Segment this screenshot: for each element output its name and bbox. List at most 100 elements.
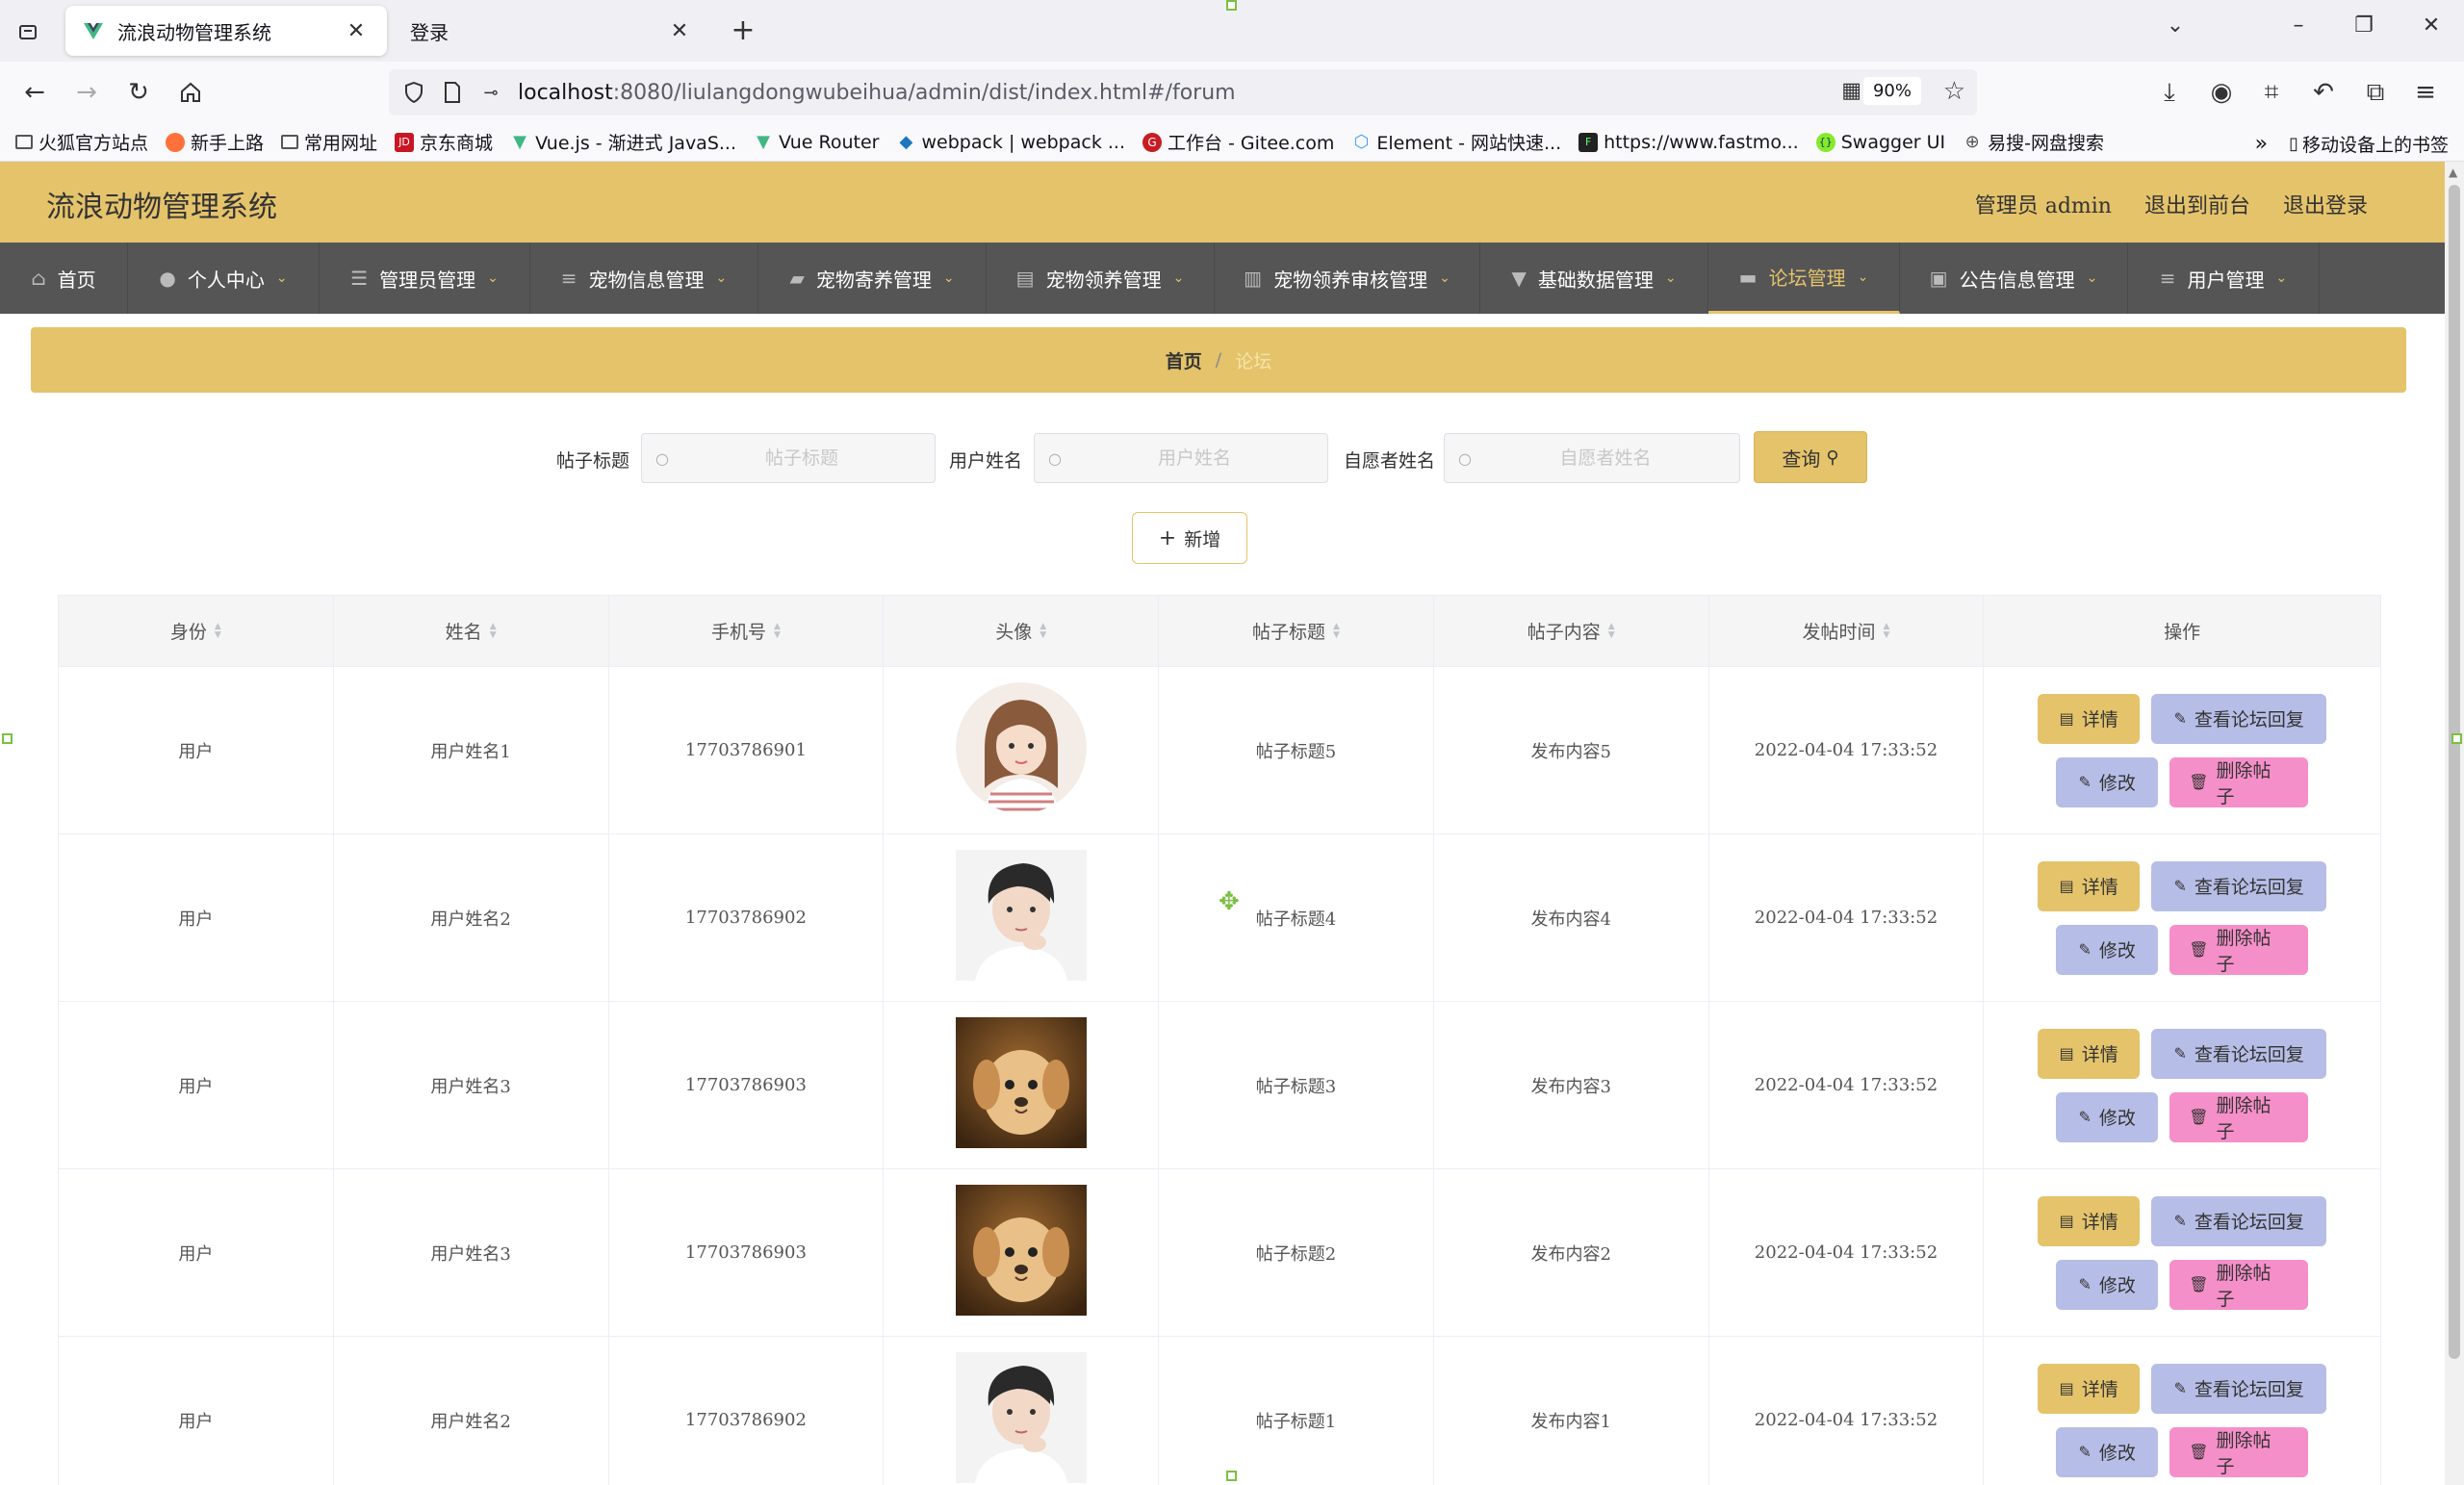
chevron-double-right-icon[interactable]: » [2255, 132, 2268, 156]
detail-button[interactable]: ▤ 详情 [2038, 1028, 2141, 1079]
bookmark-item[interactable]: ◆ webpack | webpack ... [896, 132, 1125, 153]
menu-item-8[interactable]: ▬ 论坛管理 ⌄ [1708, 243, 1900, 314]
close-window-icon[interactable]: ✕ [2414, 13, 2449, 38]
browser-tab-active[interactable]: 流浪动物管理系统 ✕ [65, 6, 387, 56]
detail-button[interactable]: ▤ 详情 [2038, 1195, 2141, 1246]
bookmark-item[interactable]: {} Swagger UI [1815, 132, 1945, 153]
forward-icon[interactable]: → [69, 75, 104, 110]
undo-icon[interactable]: ↶ [2306, 75, 2341, 110]
delete-post-button[interactable]: 🗑 删除帖子 [2169, 1426, 2309, 1477]
edit-button[interactable]: ✎ 修改 [2056, 924, 2159, 975]
url-bar[interactable]: ⊸ localhost:8080/liulangdongwubeihua/adm… [389, 69, 1977, 115]
new-tab-icon[interactable]: + [728, 15, 758, 46]
detail-button[interactable]: ▤ 详情 [2038, 693, 2141, 744]
view-replies-button[interactable]: ✎ 查看论坛回复 [2151, 860, 2327, 911]
menu-item-10[interactable]: ≡ 用户管理 ⌄ [2128, 243, 2320, 314]
reload-icon[interactable]: ↻ [121, 75, 156, 110]
sort-caret-icon[interactable]: ▲ ▼ [774, 622, 781, 640]
back-icon[interactable]: ← [17, 75, 52, 110]
bookmark-item[interactable]: 常用网址 [281, 129, 377, 155]
delete-post-button[interactable]: 🗑 删除帖子 [2169, 924, 2309, 975]
bookmark-star-icon[interactable]: ☆ [1943, 77, 1965, 106]
screenshot-crop-icon[interactable]: ⌗ [2254, 75, 2289, 110]
extensions-icon[interactable]: ⧉ [2358, 75, 2393, 110]
view-replies-button[interactable]: ✎ 查看论坛回复 [2151, 1363, 2327, 1414]
bookmark-item[interactable]: JD 京东商城 [395, 129, 493, 155]
delete-post-button[interactable]: 🗑 删除帖子 [2169, 1259, 2309, 1310]
column-header[interactable]: 帖子内容 ▲ ▼ [1434, 596, 1709, 666]
query-button[interactable]: 查询 ⚲ [1754, 431, 1867, 483]
sort-caret-icon[interactable]: ▲ ▼ [1884, 622, 1890, 640]
volunteer-name-input[interactable] [1471, 448, 1739, 469]
tab-close-icon[interactable]: ✕ [343, 19, 370, 43]
account-icon[interactable]: ◉ [2204, 75, 2239, 110]
breadcrumb-home[interactable]: 首页 [1166, 347, 1202, 373]
bookmark-item[interactable]: ▼ Vue.js - 渐进式 JavaS... [510, 129, 736, 155]
column-header[interactable]: 姓名 ▲ ▼ [334, 596, 609, 666]
tab-list-icon[interactable] [13, 17, 42, 46]
column-header[interactable]: 头像 ▲ ▼ [884, 596, 1160, 666]
tab-overflow-chevron-icon[interactable]: ⌄ [2158, 13, 2193, 38]
zoom-level[interactable]: 90% [1862, 77, 1921, 105]
view-replies-button[interactable]: ✎ 查看论坛回复 [2151, 1195, 2327, 1246]
page-scrollbar[interactable]: ▲ [2445, 162, 2464, 1485]
edit-button[interactable]: ✎ 修改 [2056, 1426, 2159, 1477]
edit-button[interactable]: ✎ 修改 [2056, 1259, 2159, 1310]
minimize-icon[interactable]: – [2281, 13, 2316, 38]
sort-caret-icon[interactable]: ▲ ▼ [490, 622, 497, 640]
bookmark-item[interactable]: ⊕ 易搜-网盘搜索 [1963, 129, 2104, 155]
bookmark-item[interactable]: G 工作台 - Gitee.com [1142, 129, 1334, 155]
menu-item-7[interactable]: ▼ 基础数据管理 ⌄ [1480, 243, 1708, 314]
menu-item-1[interactable]: ● 个人中心 ⌄ [128, 243, 320, 314]
menu-item-0[interactable]: ⌂ 首页 [0, 243, 128, 314]
page-icon[interactable] [441, 81, 464, 104]
edit-button[interactable]: ✎ 修改 [2056, 756, 2159, 807]
menu-item-3[interactable]: ≡ 宠物信息管理 ⌄ [530, 243, 758, 314]
menu-item-2[interactable]: ☰ 管理员管理 ⌄ [320, 243, 530, 314]
add-button[interactable]: + 新增 [1132, 512, 1247, 564]
qr-code-icon[interactable]: ▦ [1841, 79, 1861, 103]
cell-time: 2022-04-04 17:33:52 [1709, 1002, 1985, 1168]
mobile-bookmarks-label[interactable]: 移动设备上的书签 [2302, 131, 2449, 157]
sort-caret-icon[interactable]: ▲ ▼ [1333, 622, 1340, 640]
sort-caret-icon[interactable]: ▲ ▼ [1608, 622, 1615, 640]
post-title-input[interactable] [668, 448, 935, 469]
view-replies-button[interactable]: ✎ 查看论坛回复 [2151, 1028, 2327, 1079]
bookmark-item[interactable]: 火狐官方站点 [15, 129, 148, 155]
menu-item-6[interactable]: ▥ 宠物领养审核管理 ⌄ [1215, 243, 1480, 314]
scroll-thumb[interactable] [2449, 185, 2460, 1359]
column-header[interactable]: 身份 ▲ ▼ [59, 596, 334, 666]
menu-item-9[interactable]: ▣ 公告信息管理 ⌄ [1900, 243, 2128, 314]
menu-item-5[interactable]: ▤ 宠物领养管理 ⌄ [987, 243, 1215, 314]
user-name-input[interactable] [1061, 448, 1327, 469]
sort-caret-icon[interactable]: ▲ ▼ [1040, 622, 1046, 640]
column-header[interactable]: 发帖时间 ▲ ▼ [1709, 596, 1985, 666]
detail-button[interactable]: ▤ 详情 [2038, 860, 2141, 911]
bookmark-item[interactable]: 新手上路 [166, 129, 264, 155]
bookmark-item[interactable]: Fhttps://www.fastmo... [1578, 132, 1799, 153]
browser-tab-inactive[interactable]: 登录 ✕ [393, 6, 710, 56]
column-header[interactable]: 手机号 ▲ ▼ [609, 596, 885, 666]
app-menu-icon[interactable]: ≡ [2408, 75, 2443, 110]
home-icon[interactable] [173, 75, 208, 110]
menu-item-4[interactable]: ▰ 宠物寄养管理 ⌄ [758, 243, 987, 314]
delete-post-button[interactable]: 🗑 删除帖子 [2169, 1091, 2309, 1142]
bookmark-item[interactable]: ▼ Vue Router [754, 132, 879, 153]
restore-icon[interactable]: ❐ [2347, 13, 2381, 38]
shield-icon[interactable] [402, 81, 425, 104]
scroll-up-icon[interactable]: ▲ [2449, 166, 2457, 179]
view-replies-button[interactable]: ✎ 查看论坛回复 [2151, 693, 2327, 744]
sort-caret-icon[interactable]: ▲ ▼ [215, 622, 221, 640]
downloads-icon[interactable]: ⤓ [2152, 75, 2187, 110]
bookmark-item[interactable]: ⬡ Element - 网站快速... [1351, 129, 1562, 155]
tab-close-icon[interactable]: ✕ [666, 19, 693, 43]
edit-button[interactable]: ✎ 修改 [2056, 1091, 2159, 1142]
detail-button[interactable]: ▤ 详情 [2038, 1363, 2141, 1414]
logout-link[interactable]: 退出登录 [2283, 189, 2368, 219]
action-line: ▤ 详情 ✎ 查看论坛回复 [2038, 860, 2327, 911]
exit-to-front-link[interactable]: 退出到前台 [2144, 189, 2250, 219]
permissions-key-icon[interactable]: ⊸ [479, 81, 502, 104]
delete-post-button[interactable]: 🗑 删除帖子 [2169, 756, 2309, 807]
document-icon: ▤ [2059, 709, 2074, 728]
column-header[interactable]: 帖子标题 ▲ ▼ [1159, 596, 1434, 666]
